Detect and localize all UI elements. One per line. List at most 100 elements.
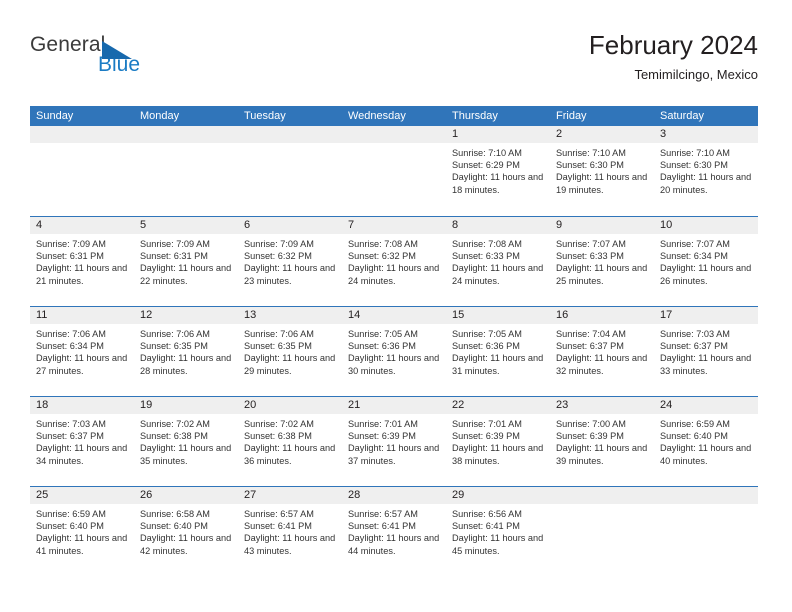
sunrise-text: Sunrise: 6:57 AM bbox=[244, 509, 314, 519]
day-number bbox=[134, 126, 238, 143]
sunrise-text: Sunrise: 6:59 AM bbox=[36, 509, 106, 519]
day-details: Sunrise: 7:02 AM Sunset: 6:38 PM Daylight:… bbox=[238, 414, 342, 467]
sunrise-text: Sunrise: 7:04 AM bbox=[556, 329, 626, 339]
calendar-day-cell[interactable]: 18 Sunrise: 7:03 AM Sunset: 6:37 PM Dayligh… bbox=[30, 397, 134, 486]
calendar-day-cell[interactable]: 23 Sunrise: 7:00 AM Sunset: 6:39 PM Dayligh… bbox=[550, 397, 654, 486]
daylight-text: Daylight: 11 hours and 34 minutes. bbox=[36, 443, 128, 466]
calendar-day-cell[interactable]: 26 Sunrise: 6:58 AM Sunset: 6:40 PM Dayligh… bbox=[134, 487, 238, 576]
sunset-text: Sunset: 6:30 PM bbox=[556, 160, 624, 171]
calendar-day-cell-empty bbox=[30, 126, 134, 216]
day-details: Sunrise: 7:01 AM Sunset: 6:39 PM Daylight:… bbox=[342, 414, 446, 467]
sunrise-text: Sunrise: 7:08 AM bbox=[452, 239, 522, 249]
calendar-day-cell[interactable]: 16 Sunrise: 7:04 AM Sunset: 6:37 PM Dayligh… bbox=[550, 307, 654, 396]
calendar-day-cell-empty bbox=[134, 126, 238, 216]
calendar-day-cell[interactable]: 13 Sunrise: 7:06 AM Sunset: 6:35 PM Dayligh… bbox=[238, 307, 342, 396]
day-number bbox=[342, 126, 446, 143]
sunrise-text: Sunrise: 7:02 AM bbox=[244, 419, 314, 429]
calendar-day-cell[interactable]: 27 Sunrise: 6:57 AM Sunset: 6:41 PM Dayligh… bbox=[238, 487, 342, 576]
day-details: Sunrise: 6:57 AM Sunset: 6:41 PM Daylight:… bbox=[238, 504, 342, 557]
calendar-day-cell-empty bbox=[550, 487, 654, 576]
sunrise-text: Sunrise: 7:10 AM bbox=[556, 148, 626, 158]
day-number: 9 bbox=[550, 217, 654, 234]
calendar-day-cell[interactable]: 1 Sunrise: 7:10 AM Sunset: 6:29 PM Daylight… bbox=[446, 126, 550, 216]
calendar-day-cell[interactable]: 22 Sunrise: 7:01 AM Sunset: 6:39 PM Dayligh… bbox=[446, 397, 550, 486]
daylight-text: Daylight: 11 hours and 42 minutes. bbox=[140, 533, 232, 556]
sunrise-text: Sunrise: 6:59 AM bbox=[660, 419, 730, 429]
day-details: Sunrise: 7:10 AM Sunset: 6:30 PM Daylight:… bbox=[654, 143, 758, 196]
day-details: Sunrise: 7:09 AM Sunset: 6:31 PM Daylight:… bbox=[134, 234, 238, 287]
calendar-day-cell[interactable]: 21 Sunrise: 7:01 AM Sunset: 6:39 PM Dayligh… bbox=[342, 397, 446, 486]
day-details: Sunrise: 7:04 AM Sunset: 6:37 PM Daylight:… bbox=[550, 324, 654, 377]
calendar-day-cell[interactable]: 20 Sunrise: 7:02 AM Sunset: 6:38 PM Dayligh… bbox=[238, 397, 342, 486]
day-details: Sunrise: 6:56 AM Sunset: 6:41 PM Daylight:… bbox=[446, 504, 550, 557]
calendar-day-cell[interactable]: 7 Sunrise: 7:08 AM Sunset: 6:32 PM Daylight… bbox=[342, 217, 446, 306]
daylight-text: Daylight: 11 hours and 27 minutes. bbox=[36, 353, 128, 376]
sunset-text: Sunset: 6:31 PM bbox=[140, 251, 208, 262]
daylight-text: Daylight: 11 hours and 45 minutes. bbox=[452, 533, 544, 556]
daylight-text: Daylight: 11 hours and 44 minutes. bbox=[348, 533, 440, 556]
page-subtitle: Temimilcingo, Mexico bbox=[634, 67, 758, 82]
daylight-text: Daylight: 11 hours and 31 minutes. bbox=[452, 353, 544, 376]
sunrise-text: Sunrise: 7:03 AM bbox=[36, 419, 106, 429]
sunset-text: Sunset: 6:39 PM bbox=[452, 431, 520, 442]
blue-triangle-icon bbox=[102, 41, 132, 59]
day-details: Sunrise: 7:00 AM Sunset: 6:39 PM Daylight:… bbox=[550, 414, 654, 467]
calendar-day-cell[interactable]: 5 Sunrise: 7:09 AM Sunset: 6:31 PM Daylight… bbox=[134, 217, 238, 306]
weekday-header-tuesday: Tuesday bbox=[244, 110, 286, 122]
calendar-day-cell[interactable]: 10 Sunrise: 7:07 AM Sunset: 6:34 PM Dayligh… bbox=[654, 217, 758, 306]
calendar-day-cell[interactable]: 8 Sunrise: 7:08 AM Sunset: 6:33 PM Daylight… bbox=[446, 217, 550, 306]
calendar-day-cell[interactable]: 2 Sunrise: 7:10 AM Sunset: 6:30 PM Daylight… bbox=[550, 126, 654, 216]
calendar-page: General Blue February 2024 Temimilcingo,… bbox=[0, 0, 792, 612]
calendar-day-cell[interactable]: 3 Sunrise: 7:10 AM Sunset: 6:30 PM Daylight… bbox=[654, 126, 758, 216]
calendar-grid: Sunday Monday Tuesday Wednesday Thursday… bbox=[30, 106, 758, 576]
day-number: 1 bbox=[446, 126, 550, 143]
sunrise-text: Sunrise: 6:56 AM bbox=[452, 509, 522, 519]
calendar-day-cell[interactable]: 19 Sunrise: 7:02 AM Sunset: 6:38 PM Dayligh… bbox=[134, 397, 238, 486]
daylight-text: Daylight: 11 hours and 24 minutes. bbox=[452, 263, 544, 286]
day-details: Sunrise: 7:10 AM Sunset: 6:29 PM Daylight:… bbox=[446, 143, 550, 196]
calendar-day-cell[interactable]: 9 Sunrise: 7:07 AM Sunset: 6:33 PM Daylight… bbox=[550, 217, 654, 306]
day-details: Sunrise: 7:09 AM Sunset: 6:31 PM Daylight:… bbox=[30, 234, 134, 287]
weekday-header-thursday: Thursday bbox=[452, 110, 498, 122]
calendar-day-cell[interactable]: 4 Sunrise: 7:09 AM Sunset: 6:31 PM Daylight… bbox=[30, 217, 134, 306]
calendar-weeks: 1 Sunrise: 7:10 AM Sunset: 6:29 PM Daylight… bbox=[30, 126, 758, 576]
calendar-day-cell[interactable]: 6 Sunrise: 7:09 AM Sunset: 6:32 PM Daylight… bbox=[238, 217, 342, 306]
day-details: Sunrise: 7:08 AM Sunset: 6:32 PM Daylight:… bbox=[342, 234, 446, 287]
sunset-text: Sunset: 6:33 PM bbox=[452, 251, 520, 262]
calendar-day-cell[interactable]: 25 Sunrise: 6:59 AM Sunset: 6:40 PM Dayligh… bbox=[30, 487, 134, 576]
sunset-text: Sunset: 6:37 PM bbox=[660, 341, 728, 352]
daylight-text: Daylight: 11 hours and 39 minutes. bbox=[556, 443, 648, 466]
general-blue-logo[interactable]: General Blue bbox=[30, 34, 150, 86]
sunset-text: Sunset: 6:32 PM bbox=[348, 251, 416, 262]
day-number: 3 bbox=[654, 126, 758, 143]
calendar-day-cell[interactable]: 17 Sunrise: 7:03 AM Sunset: 6:37 PM Dayligh… bbox=[654, 307, 758, 396]
day-number: 7 bbox=[342, 217, 446, 234]
day-number: 12 bbox=[134, 307, 238, 324]
sunset-text: Sunset: 6:41 PM bbox=[244, 521, 312, 532]
calendar-day-cell[interactable]: 28 Sunrise: 6:57 AM Sunset: 6:41 PM Dayligh… bbox=[342, 487, 446, 576]
sunrise-text: Sunrise: 7:10 AM bbox=[660, 148, 730, 158]
day-details: Sunrise: 7:08 AM Sunset: 6:33 PM Daylight:… bbox=[446, 234, 550, 287]
day-details: Sunrise: 7:06 AM Sunset: 6:34 PM Daylight:… bbox=[30, 324, 134, 377]
calendar-day-cell[interactable]: 11 Sunrise: 7:06 AM Sunset: 6:34 PM Dayligh… bbox=[30, 307, 134, 396]
sunrise-text: Sunrise: 7:09 AM bbox=[36, 239, 106, 249]
calendar-day-cell[interactable]: 14 Sunrise: 7:05 AM Sunset: 6:36 PM Dayligh… bbox=[342, 307, 446, 396]
calendar-day-cell[interactable]: 24 Sunrise: 6:59 AM Sunset: 6:40 PM Dayligh… bbox=[654, 397, 758, 486]
calendar-day-cell-empty bbox=[342, 126, 446, 216]
day-number bbox=[30, 126, 134, 143]
calendar-day-cell[interactable]: 12 Sunrise: 7:06 AM Sunset: 6:35 PM Dayligh… bbox=[134, 307, 238, 396]
sunset-text: Sunset: 6:38 PM bbox=[244, 431, 312, 442]
sunset-text: Sunset: 6:29 PM bbox=[452, 160, 520, 171]
sunrise-text: Sunrise: 7:06 AM bbox=[140, 329, 210, 339]
calendar-day-cell[interactable]: 29 Sunrise: 6:56 AM Sunset: 6:41 PM Dayligh… bbox=[446, 487, 550, 576]
sunrise-text: Sunrise: 7:01 AM bbox=[348, 419, 418, 429]
daylight-text: Daylight: 11 hours and 33 minutes. bbox=[660, 353, 752, 376]
calendar-day-cell[interactable]: 15 Sunrise: 7:05 AM Sunset: 6:36 PM Dayligh… bbox=[446, 307, 550, 396]
weekday-header-saturday: Saturday bbox=[660, 110, 705, 122]
calendar-day-cell-empty bbox=[654, 487, 758, 576]
weekday-header-friday: Friday bbox=[556, 110, 587, 122]
day-number: 24 bbox=[654, 397, 758, 414]
weekday-header-sunday: Sunday bbox=[36, 110, 74, 122]
day-number: 11 bbox=[30, 307, 134, 324]
calendar-week-row: 11 Sunrise: 7:06 AM Sunset: 6:34 PM Dayligh… bbox=[30, 306, 758, 396]
